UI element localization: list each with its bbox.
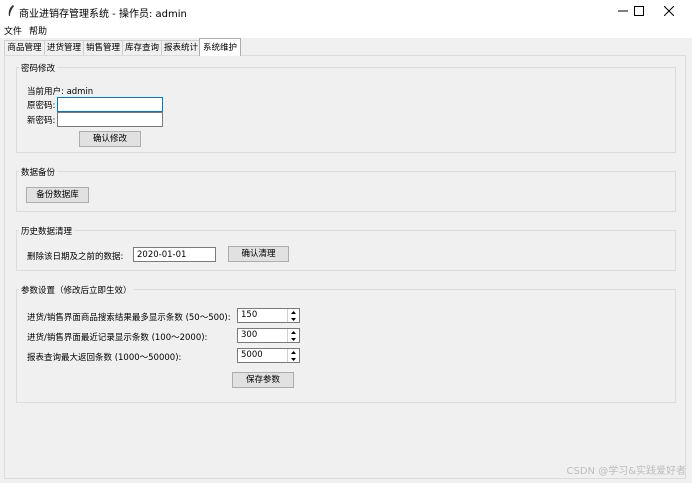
menu-bar [0,22,692,38]
watermark: CSDN @学习&实践爱好者 [566,466,687,477]
password-group: 密码修改 当前用户: admin 原密码: 新密码: 确认修改 [16,62,676,153]
spin-arrows [287,309,299,322]
save-params-button[interactable]: 保存参数 [232,372,294,388]
spin-arrows [287,329,299,342]
tab-sales[interactable]: 销售管理 [83,40,123,55]
old-password-label: 原密码: [27,101,56,111]
cleanup-legend: 历史数据清理 [19,225,75,237]
tab-inventory[interactable]: 库存查询 [122,40,162,55]
search-limit-value: 150 [241,310,258,320]
spin-up-icon[interactable] [288,329,299,335]
recent-records-value: 300 [241,330,258,340]
spin-up-icon[interactable] [288,309,299,315]
current-user-label: 当前用户: admin [27,87,94,97]
title-bar[interactable]: 商业进销存管理系统 - 操作员: admin [0,0,692,22]
feather-icon [8,5,14,16]
spin-up-icon[interactable] [288,349,299,355]
search-limit-spinbox[interactable]: 150 [237,308,300,323]
spin-down-icon[interactable] [288,336,299,342]
confirm-cleanup-button[interactable]: 确认清理 [228,246,289,262]
param-label-report-limit: 报表查询最大返回条数 (1000～50000): [27,353,182,363]
maximize-icon [634,6,644,16]
params-legend: 参数设置（修改后立即生效） [19,284,134,296]
menu-file[interactable]: 文件 [4,24,22,37]
recent-records-spinbox[interactable]: 300 [237,328,300,343]
tab-system[interactable]: 系统维护 [199,38,241,56]
menu-help[interactable]: 帮助 [29,24,47,37]
report-limit-value: 5000 [241,350,263,360]
password-legend: 密码修改 [19,62,58,74]
window-title: 商业进销存管理系统 - 操作员: admin [19,9,187,20]
spin-arrows [287,349,299,362]
tab-goods[interactable]: 商品管理 [4,40,45,55]
spin-down-icon[interactable] [288,356,299,362]
close-button[interactable] [646,0,692,22]
param-label-recent-records: 进货/销售界面最近记录显示条数 (100～2000): [27,333,208,343]
cleanup-date-label: 删除该日期及之前的数据: [27,252,124,262]
backup-legend: 数据备份 [19,166,58,178]
spin-down-icon[interactable] [288,316,299,322]
cleanup-date-input[interactable] [133,247,216,262]
backup-group: 数据备份 备份数据库 [16,166,676,212]
new-password-input[interactable] [57,112,163,127]
cleanup-group: 历史数据清理 删除该日期及之前的数据: 确认清理 [16,225,676,271]
params-group: 参数设置（修改后立即生效） 进货/销售界面商品搜索结果最多显示条数 (50～50… [16,284,676,403]
tab-purchase[interactable]: 进货管理 [44,40,84,55]
tab-reports[interactable]: 报表统计 [161,40,201,55]
new-password-label: 新密码: [27,116,56,126]
param-label-search-limit: 进货/销售界面商品搜索结果最多显示条数 (50～500): [27,313,231,323]
system-panel: 密码修改 当前用户: admin 原密码: 新密码: 确认修改 数据备份 备份数… [4,55,686,479]
report-limit-spinbox[interactable]: 5000 [237,348,300,363]
confirm-password-button[interactable]: 确认修改 [79,131,141,147]
backup-database-button[interactable]: 备份数据库 [26,187,89,203]
close-icon [664,6,674,16]
old-password-input[interactable] [57,97,163,112]
